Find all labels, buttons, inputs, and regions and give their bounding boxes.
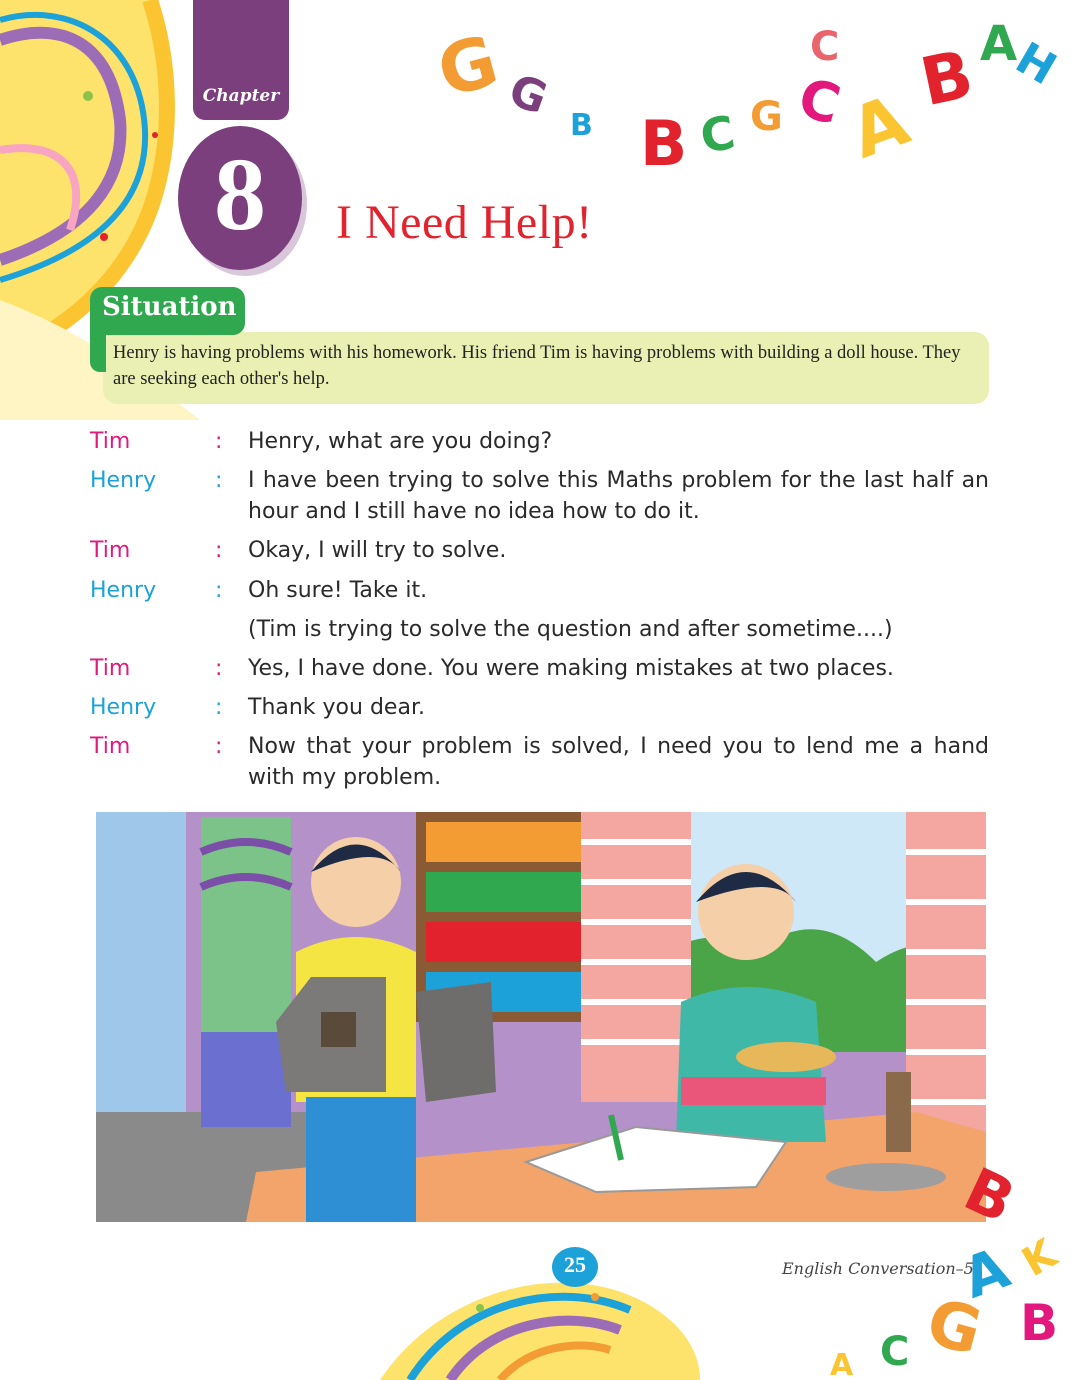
speaker-name: Henry <box>90 468 157 493</box>
speaker-name: Tim <box>90 429 131 454</box>
situation-label: Situation <box>102 292 237 322</box>
svg-text:B: B <box>954 1155 1025 1238</box>
speaker-name: Henry <box>90 695 157 720</box>
speaker-colon: : <box>215 656 223 681</box>
decorative-letters-top: G G B B C G C A B A H C <box>429 16 1064 180</box>
svg-text:B: B <box>640 107 687 180</box>
svg-text:C: C <box>696 105 739 164</box>
stage-direction: (Tim is trying to solve the question and… <box>248 617 893 642</box>
svg-text:G: G <box>750 94 783 140</box>
dialogue-text: Okay, I will try to solve. <box>248 538 507 563</box>
speaker-name: Tim <box>90 734 131 759</box>
dialogue-text: Yes, I have done. You were making mistak… <box>248 656 894 681</box>
svg-text:G: G <box>502 65 553 125</box>
svg-text:G: G <box>429 19 506 113</box>
book-title: English Conversation–5 <box>782 1259 974 1278</box>
svg-text:C: C <box>810 24 839 70</box>
speaker-colon: : <box>215 538 223 563</box>
svg-text:B: B <box>570 108 593 143</box>
speaker-name: Tim <box>90 656 131 681</box>
decorative-swirl-bottom <box>380 1282 700 1380</box>
svg-text:B: B <box>1020 1294 1058 1352</box>
chapter-title: I Need Help! <box>336 196 593 249</box>
svg-text:C: C <box>880 1329 909 1375</box>
svg-text:A: A <box>830 1348 854 1380</box>
svg-text:G: G <box>919 1285 989 1370</box>
dialogue-text: Henry, what are you doing? <box>248 429 553 454</box>
chapter-number: 8 <box>214 137 266 252</box>
speaker-colon: : <box>215 468 223 493</box>
svg-text:K: K <box>1015 1230 1067 1286</box>
dialogue-text: Now that your problem is solved, I need … <box>248 734 989 790</box>
dialogue-text: Thank you dear. <box>248 695 425 720</box>
speaker-colon: : <box>215 734 223 759</box>
svg-text:C: C <box>792 66 847 137</box>
dialogue-text: Oh sure! Take it. <box>248 578 428 603</box>
page-number: 25 <box>564 1252 586 1277</box>
svg-text:B: B <box>914 35 979 121</box>
speaker-name: Henry <box>90 578 157 603</box>
speaker-colon: : <box>215 695 223 720</box>
dialogue-text: I have been trying to solve this Maths p… <box>248 468 989 524</box>
speaker-name: Tim <box>90 538 131 563</box>
svg-text:A: A <box>840 79 919 175</box>
chapter-label: Chapter <box>202 86 280 106</box>
speaker-colon: : <box>215 578 223 603</box>
situation-text: Henry is having problems with his homewo… <box>113 343 961 389</box>
speaker-colon: : <box>215 429 223 454</box>
svg-text:A: A <box>980 16 1017 72</box>
